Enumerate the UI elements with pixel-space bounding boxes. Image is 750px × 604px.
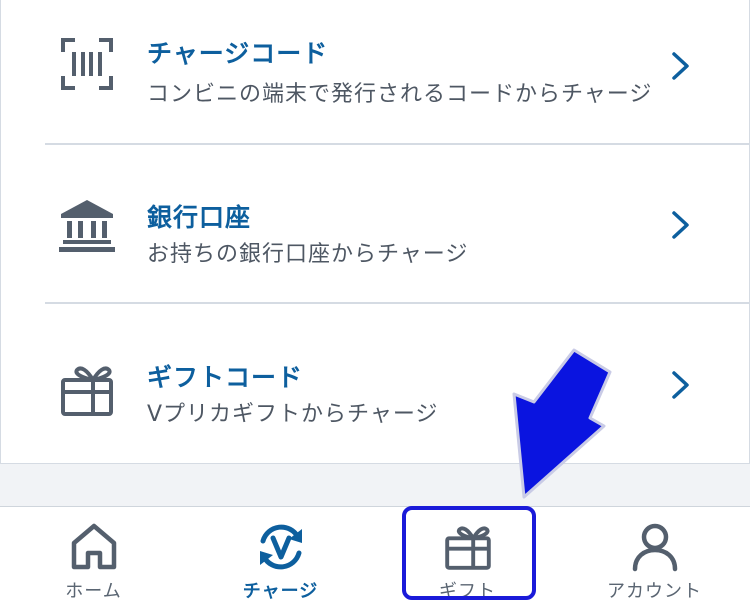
charge-code-row[interactable]: チャージコード コンビニの端末で発行されるコードからチャージ: [1, 0, 749, 150]
tab-label: ホーム: [65, 581, 122, 602]
gift-icon: [61, 366, 113, 416]
bank-account-row[interactable]: 銀行口座 お持ちの銀行口座からチャージ: [1, 150, 749, 300]
chevron-right-icon: [672, 211, 689, 239]
row-title: 銀行口座: [147, 203, 252, 232]
gift-icon: [445, 526, 491, 570]
account-icon: [632, 523, 678, 572]
tab-gift[interactable]: ギフト: [374, 507, 561, 604]
row-subtitle: Vプリカギフトからチャージ: [147, 402, 439, 427]
divider: [45, 302, 750, 304]
divider: [45, 143, 750, 145]
tab-label: チャージ: [242, 581, 319, 602]
row-title: ギフトコード: [147, 363, 304, 392]
tab-label: ギフト: [439, 581, 496, 602]
tab-home[interactable]: ホーム: [0, 507, 187, 604]
home-icon: [71, 523, 117, 570]
tab-label: アカウント: [607, 581, 702, 602]
barcode-scan-icon: [61, 38, 113, 90]
bank-icon: [59, 200, 115, 252]
charge-icon: [260, 524, 302, 570]
row-title: チャージコード: [147, 39, 329, 68]
bottom-tab-bar: ホーム チャージ ギフト アカウント: [0, 506, 750, 604]
row-subtitle: お持ちの銀行口座からチャージ: [147, 242, 469, 267]
tab-charge[interactable]: チャージ: [187, 507, 374, 604]
pointing-arrow-icon: [512, 348, 612, 499]
tab-account[interactable]: アカウント: [561, 507, 748, 604]
row-subtitle: コンビニの端末で発行されるコードからチャージ: [147, 82, 653, 107]
chevron-right-icon: [672, 52, 689, 80]
chevron-right-icon: [672, 371, 689, 399]
